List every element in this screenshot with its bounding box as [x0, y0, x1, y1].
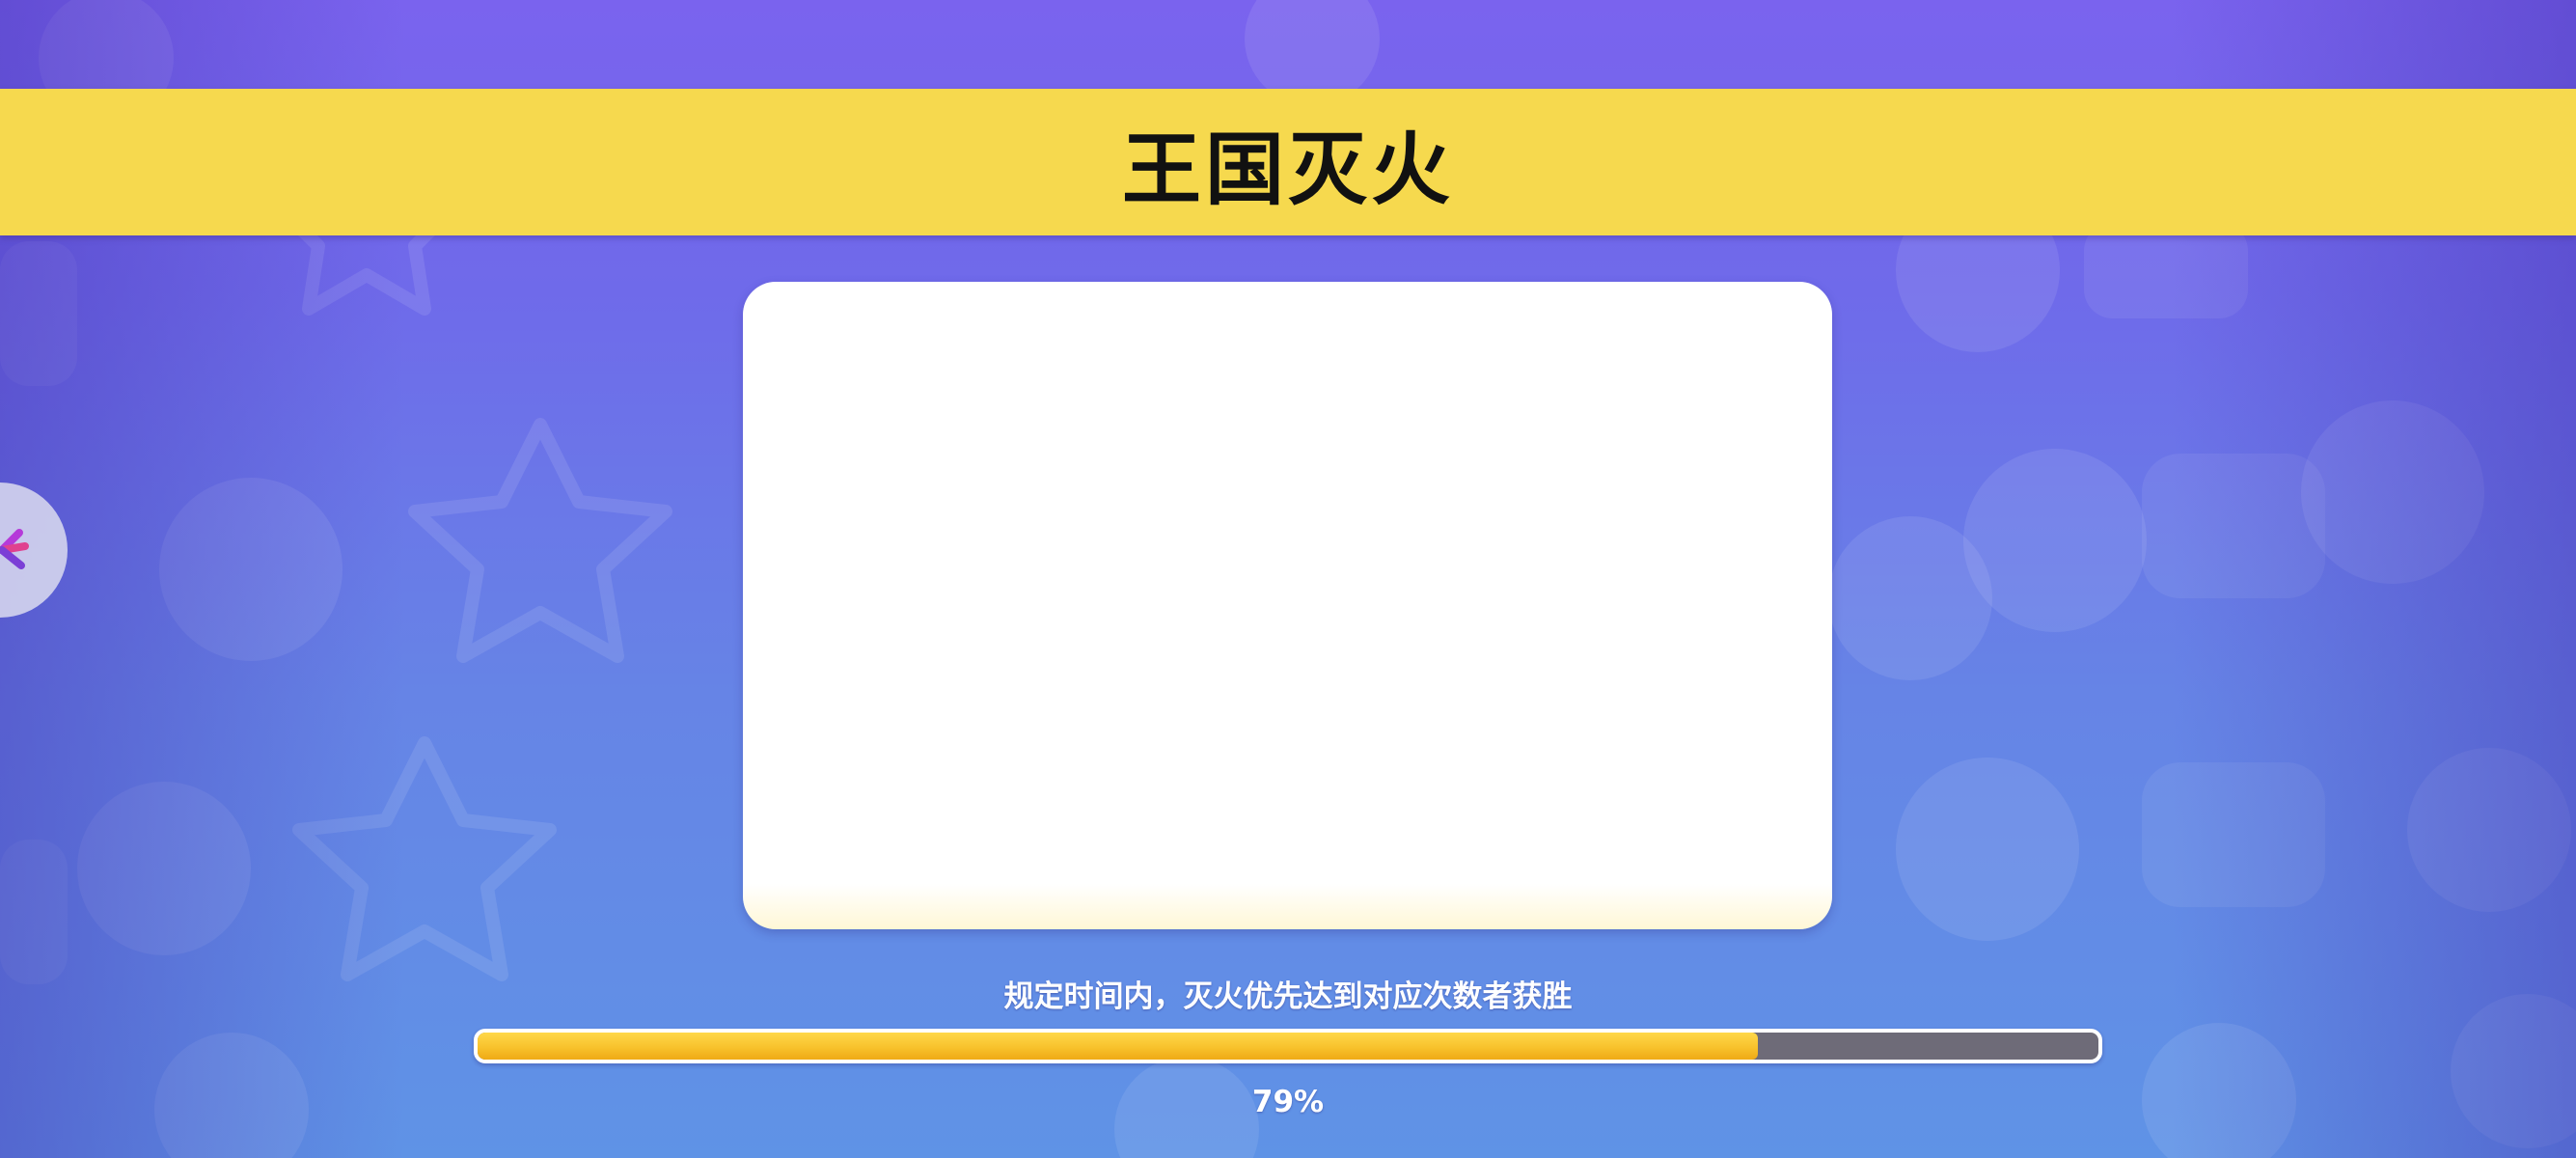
game-preview-card — [743, 282, 1832, 929]
side-menu-button[interactable] — [0, 482, 68, 618]
loading-progress-fill — [478, 1033, 1759, 1060]
game-instruction: 规定时间内，灭火优先达到对应次数者获胜 — [1003, 979, 1573, 1014]
game-title: 王国灭火 — [1121, 124, 1454, 216]
loading-screen: 王国灭火 规定时间内，灭火优先达到对应次数者获胜 79% — [0, 0, 2576, 1158]
fan-menu-icon — [0, 529, 29, 569]
loading-progress-text: 79% — [1251, 1085, 1325, 1119]
loading-progress-bar — [474, 1029, 2102, 1063]
title-banner: 王国灭火 — [0, 89, 2576, 235]
